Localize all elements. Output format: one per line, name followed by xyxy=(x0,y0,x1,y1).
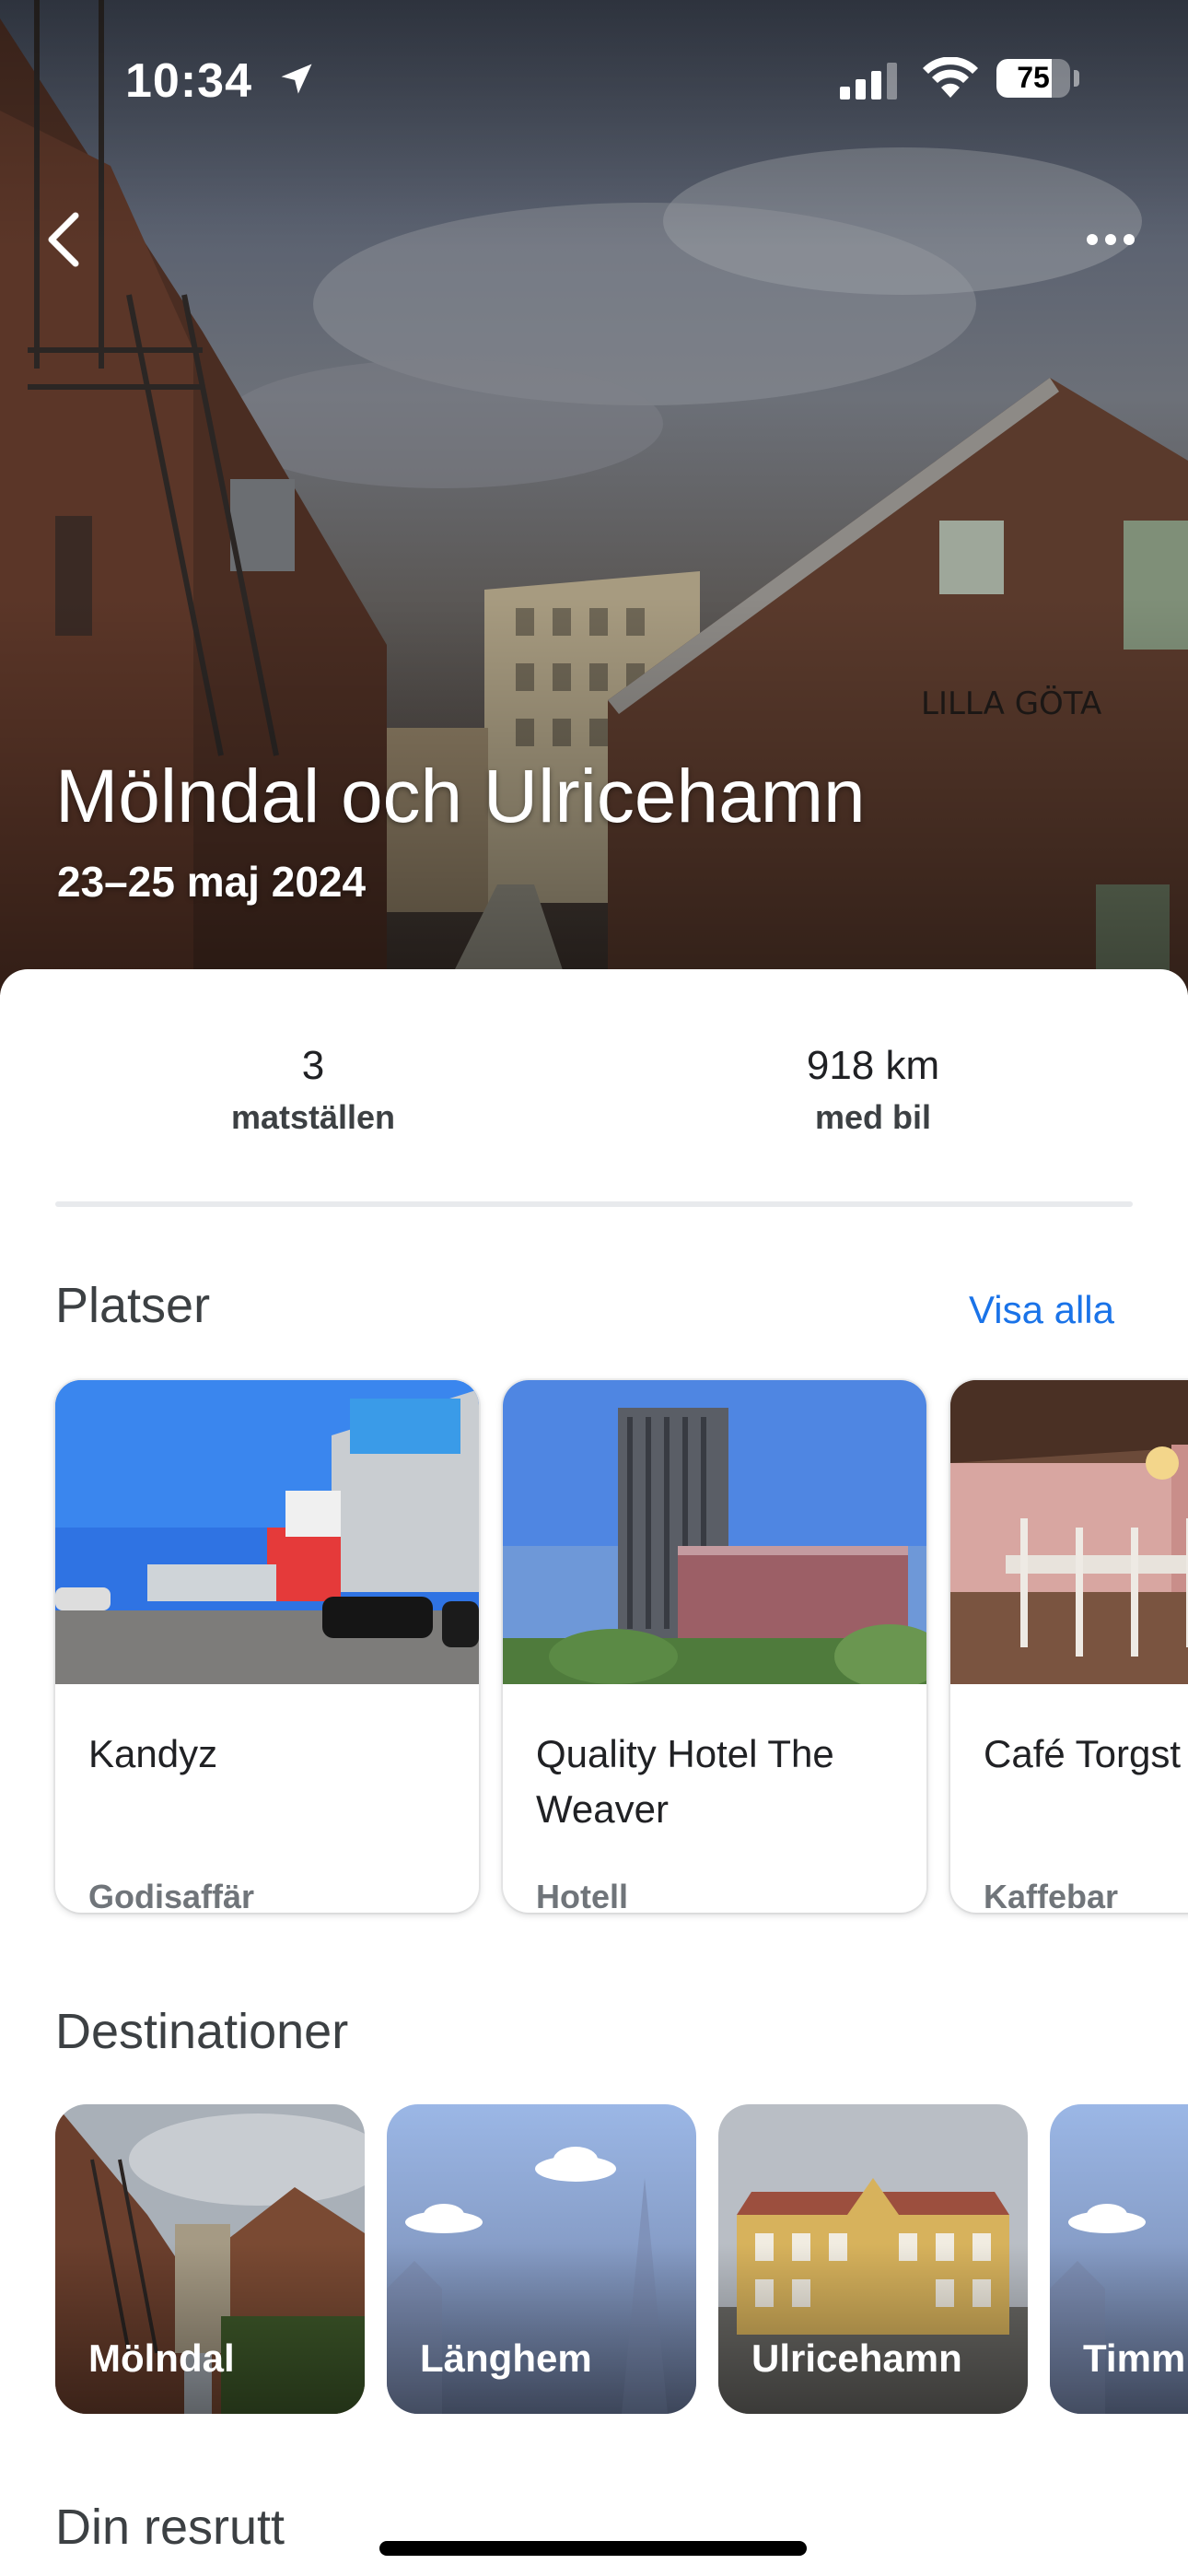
trip-dates: 23–25 maj 2024 xyxy=(57,858,367,906)
home-indicator[interactable] xyxy=(379,2541,807,2556)
place-card-cafe-torgst[interactable]: Café Torgst Kaffebar xyxy=(950,1380,1188,1913)
destination-card-langhem[interactable]: Länghem xyxy=(387,2104,696,2414)
battery-icon: 75 xyxy=(996,59,1070,98)
more-horizontal-icon xyxy=(1087,234,1135,245)
destination-name: Ulricehamn xyxy=(751,2336,962,2380)
stat-value: 918 km xyxy=(806,1043,940,1088)
destination-card-ulricehamn[interactable]: Ulricehamn xyxy=(718,2104,1028,2414)
route-heading: Din resrutt xyxy=(55,2500,285,2555)
place-category: Godisaffär xyxy=(88,1878,255,1913)
place-card-kandyz[interactable]: Kandyz Godisaffär xyxy=(55,1380,479,1913)
wifi-icon xyxy=(923,57,978,98)
place-photo-image xyxy=(503,1380,926,1684)
stat-restaurants: 3 matställen xyxy=(129,1043,497,1137)
place-photo xyxy=(55,1380,479,1684)
place-name: Café Torgst xyxy=(984,1732,1181,1775)
battery-tip xyxy=(1074,70,1079,87)
stat-label: matställen xyxy=(230,1098,396,1136)
place-category: Hotell xyxy=(536,1878,629,1913)
places-heading: Platser xyxy=(55,1278,211,1333)
trip-details-sheet: 3 matställen 918 km med bil Platser Visa… xyxy=(0,969,1188,2576)
status-bar: 10:34 75 xyxy=(0,0,1188,157)
place-category: Kaffebar xyxy=(984,1878,1119,1913)
back-button[interactable] xyxy=(28,203,101,276)
battery-level: 75 xyxy=(1017,61,1050,94)
view-all-link[interactable]: Visa alla xyxy=(969,1288,1114,1332)
cellular-signal-icon xyxy=(840,63,897,100)
place-photo xyxy=(950,1380,1188,1684)
destination-name: Timm xyxy=(1083,2336,1186,2380)
location-arrow-icon xyxy=(281,64,312,94)
destination-card-molndal[interactable]: Mölndal xyxy=(55,2104,365,2414)
place-name: Quality Hotel The Weaver xyxy=(536,1732,834,1831)
place-photo-image xyxy=(950,1380,1188,1684)
stat-label: med bil xyxy=(814,1098,932,1136)
more-options-button[interactable] xyxy=(1074,212,1147,267)
destinations-heading: Destinationer xyxy=(55,2004,349,2059)
trip-title: Mölndal och Ulricehamn xyxy=(55,755,866,838)
status-time: 10:34 xyxy=(125,54,252,108)
stat-distance: 918 km med bil xyxy=(689,1043,1057,1137)
place-card-quality-hotel[interactable]: Quality Hotel The Weaver Hotell xyxy=(503,1380,926,1913)
chevron-left-icon xyxy=(48,212,79,267)
place-name: Kandyz xyxy=(88,1732,218,1775)
place-photo-image xyxy=(55,1380,479,1684)
destination-name: Länghem xyxy=(420,2336,592,2380)
destination-card-timm[interactable]: Timm xyxy=(1050,2104,1188,2414)
stat-value: 3 xyxy=(301,1043,325,1088)
destination-name: Mölndal xyxy=(88,2336,235,2380)
divider xyxy=(55,1201,1133,1207)
place-photo xyxy=(503,1380,926,1684)
